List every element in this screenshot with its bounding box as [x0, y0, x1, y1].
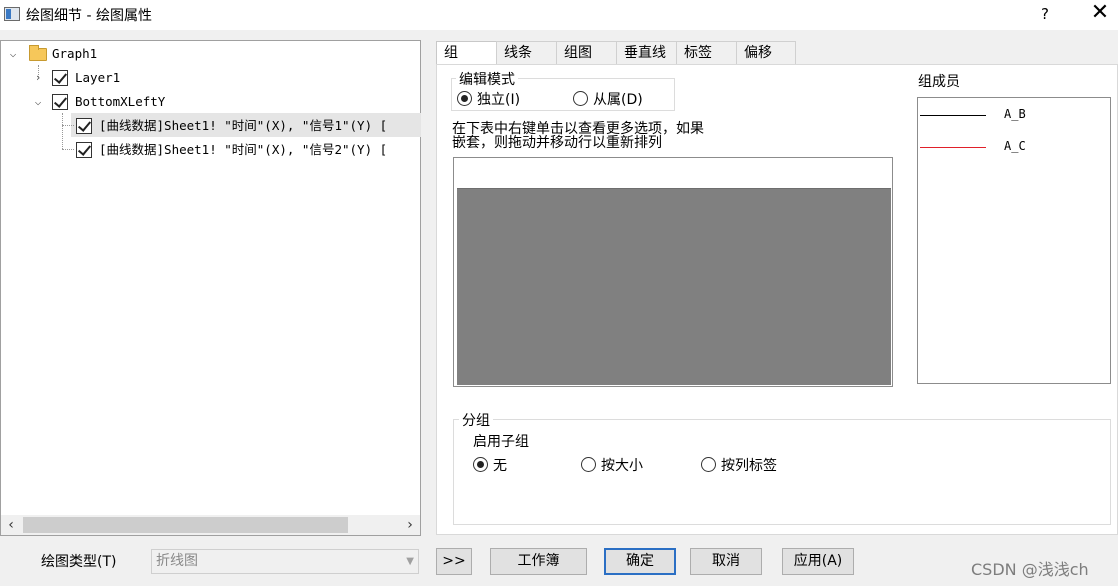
- close-button[interactable]: ✕: [1086, 1, 1114, 27]
- scroll-right-icon[interactable]: ›: [400, 515, 420, 535]
- tree-item-label: [曲线数据]Sheet1! "时间"(X), "信号1"(Y) [: [99, 118, 388, 133]
- tree-item-graph[interactable]: ⌵ Graph1: [1, 43, 301, 65]
- scroll-left-icon[interactable]: ‹: [1, 515, 21, 535]
- tree-item-axis[interactable]: ⌵ BottomXLeftY: [1, 91, 301, 113]
- chevron-down-icon[interactable]: ⌵: [32, 91, 44, 113]
- checkbox[interactable]: [52, 70, 68, 86]
- radio-subgroup-column-label[interactable]: [701, 457, 716, 472]
- scrollbar-thumb[interactable]: [23, 517, 348, 533]
- tab-line[interactable]: 线条: [496, 41, 557, 65]
- help-button[interactable]: ?: [1034, 3, 1056, 25]
- radio-dependent[interactable]: [573, 91, 588, 106]
- plot-type-value: 折线图: [156, 553, 198, 569]
- member-label: A_B: [1004, 107, 1026, 121]
- chevron-down-icon[interactable]: ⌵: [7, 43, 19, 65]
- checkbox[interactable]: [76, 142, 92, 158]
- checkbox[interactable]: [76, 118, 92, 134]
- grouping-title: 分组: [459, 410, 493, 430]
- tree-item-curve[interactable]: [曲线数据]Sheet1! "时间"(X), "信号1"(Y) [: [1, 115, 420, 137]
- radio-subgroup-size-label[interactable]: 按大小: [601, 455, 643, 475]
- edit-mode-title: 编辑模式: [456, 69, 518, 89]
- horizontal-scrollbar[interactable]: ‹ ›: [1, 515, 420, 535]
- group-members-list: A_B A_C: [917, 97, 1111, 384]
- tab-group[interactable]: 组: [436, 41, 498, 66]
- radio-subgroup-none-label[interactable]: 无: [493, 455, 507, 475]
- tree-item-label: BottomXLeftY: [75, 94, 166, 109]
- radio-subgroup-size[interactable]: [581, 457, 596, 472]
- chevron-right-icon[interactable]: ›: [32, 67, 44, 89]
- expand-button[interactable]: >>: [436, 548, 472, 575]
- member-label: A_C: [1004, 139, 1026, 153]
- chevron-down-icon: ▼: [406, 556, 414, 567]
- member-line-swatch: [920, 147, 986, 148]
- title-bar: 绘图细节 - 绘图属性 ? ✕: [0, 0, 1118, 30]
- members-title: 组成员: [918, 74, 960, 90]
- table-body[interactable]: [457, 188, 891, 385]
- radio-subgroup-none[interactable]: [473, 457, 488, 472]
- window-icon: [4, 7, 20, 21]
- cancel-button[interactable]: 取消: [690, 548, 762, 575]
- help-text-line-2: 嵌套，则拖动并移动行以重新排列: [452, 135, 662, 151]
- radio-independent-label[interactable]: 独立(I): [477, 89, 520, 109]
- enable-subgroup-label: 启用子组: [473, 434, 529, 450]
- plot-type-label: 绘图类型(T): [41, 554, 117, 570]
- tree-item-label: Graph1: [52, 46, 98, 61]
- radio-subgroup-column-label-text[interactable]: 按列标签: [721, 455, 777, 475]
- plot-tree: ⌵ Graph1 › Layer1 ⌵ BottomXLeftY [曲线数据]S…: [0, 40, 421, 536]
- member-line-swatch: [920, 115, 986, 116]
- group-member-table[interactable]: [453, 157, 893, 387]
- checkbox[interactable]: [52, 94, 68, 110]
- window-title: 绘图细节 - 绘图属性: [26, 8, 152, 24]
- ok-button[interactable]: 确定: [604, 548, 676, 575]
- tab-drop-line[interactable]: 垂直线: [616, 41, 677, 65]
- workbook-button[interactable]: 工作簿: [490, 548, 587, 575]
- plot-type-select[interactable]: 折线图 ▼: [151, 549, 419, 574]
- tree-item-curve[interactable]: [曲线数据]Sheet1! "时间"(X), "信号2"(Y) [: [1, 139, 420, 161]
- tree-item-label: Layer1: [75, 70, 121, 85]
- apply-button[interactable]: 应用(A): [782, 548, 854, 575]
- radio-dependent-label[interactable]: 从属(D): [593, 89, 643, 109]
- watermark: CSDN @浅浅ch: [971, 560, 1089, 579]
- radio-independent[interactable]: [457, 91, 472, 106]
- tab-label[interactable]: 标签: [676, 41, 737, 65]
- tree-item-layer[interactable]: › Layer1: [1, 67, 301, 89]
- tab-group-plot[interactable]: 组图: [556, 41, 617, 65]
- grouping-group: [453, 419, 1111, 525]
- tree-item-label: [曲线数据]Sheet1! "时间"(X), "信号2"(Y) [: [99, 142, 388, 157]
- folder-icon: [29, 45, 47, 61]
- tab-offset[interactable]: 偏移: [736, 41, 796, 65]
